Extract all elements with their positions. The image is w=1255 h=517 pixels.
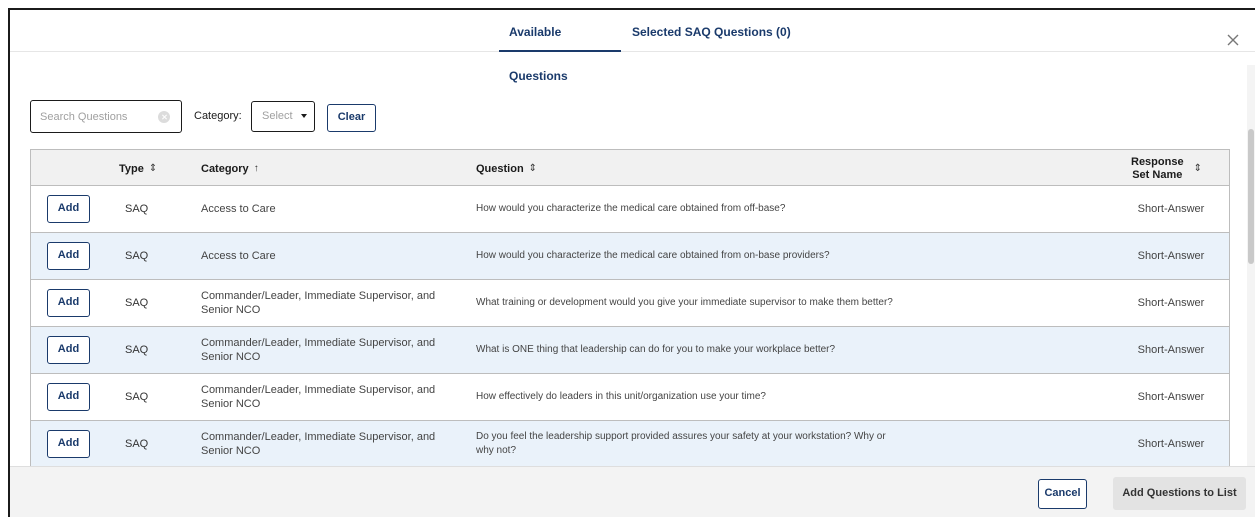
- add-question-button[interactable]: Add: [47, 195, 90, 223]
- add-question-button[interactable]: Add: [47, 383, 90, 411]
- scrollbar-thumb[interactable]: [1248, 129, 1254, 264]
- tab-bar: Available Questions Selected SAQ Questio…: [10, 10, 1255, 83]
- column-header-question[interactable]: Question ⇕: [476, 150, 537, 187]
- row-category: Access to Care: [201, 203, 276, 215]
- column-header-type[interactable]: Type ⇕: [119, 150, 157, 187]
- add-questions-modal: Available Questions Selected SAQ Questio…: [8, 8, 1255, 517]
- row-type: SAQ: [125, 203, 149, 215]
- sort-ascending-icon: ↑: [253, 163, 259, 174]
- row-category: Commander/Leader, Immediate Supervisor, …: [201, 431, 436, 457]
- row-question: How would you characterize the medical c…: [476, 250, 830, 261]
- row-response-set: Short-Answer: [1137, 203, 1205, 215]
- sort-both-icon: ⇕: [1193, 163, 1202, 174]
- row-question: How would you characterize the medical c…: [476, 203, 786, 214]
- table-row: Add SAQ Access to Care How would you cha…: [30, 233, 1230, 280]
- row-response-set: Short-Answer: [1137, 438, 1205, 450]
- modal-footer: Cancel Add Questions to List: [10, 466, 1255, 517]
- sort-both-icon: ⇕: [148, 163, 158, 174]
- row-response-set: Short-Answer: [1137, 297, 1205, 309]
- table-header: Type ⇕ Category ↑ Question ⇕ Response Se…: [30, 149, 1230, 186]
- row-category: Access to Care: [201, 250, 276, 262]
- column-header-category[interactable]: Category ↑: [201, 150, 259, 187]
- row-type: SAQ: [125, 250, 149, 262]
- add-question-button[interactable]: Add: [47, 430, 90, 458]
- table-row: Add SAQ Commander/Leader, Immediate Supe…: [30, 421, 1230, 468]
- table-row: Add SAQ Commander/Leader, Immediate Supe…: [30, 280, 1230, 327]
- row-type: SAQ: [125, 297, 149, 309]
- tab-available-questions[interactable]: Available Questions: [499, 10, 621, 83]
- close-icon[interactable]: [1225, 32, 1241, 48]
- chevron-down-icon: [301, 114, 307, 118]
- category-select-value: Select: [262, 110, 293, 122]
- questions-table: Type ⇕ Category ↑ Question ⇕ Response Se…: [30, 149, 1230, 468]
- add-questions-to-list-button[interactable]: Add Questions to List: [1113, 477, 1246, 510]
- row-type: SAQ: [125, 438, 149, 450]
- row-response-set: Short-Answer: [1137, 344, 1205, 356]
- row-type: SAQ: [125, 344, 149, 356]
- add-question-button[interactable]: Add: [47, 242, 90, 270]
- tab-selected-saq-questions[interactable]: Selected SAQ Questions (0): [632, 10, 792, 52]
- add-question-button[interactable]: Add: [47, 289, 90, 317]
- table-row: Add SAQ Access to Care How would you cha…: [30, 186, 1230, 233]
- row-question: How effectively do leaders in this unit/…: [476, 391, 766, 402]
- row-category: Commander/Leader, Immediate Supervisor, …: [201, 337, 436, 363]
- row-category: Commander/Leader, Immediate Supervisor, …: [201, 290, 436, 316]
- search-input[interactable]: [40, 108, 155, 126]
- column-header-response-set-name[interactable]: Response Set Name ⇕: [1131, 150, 1221, 187]
- row-category: Commander/Leader, Immediate Supervisor, …: [201, 384, 436, 410]
- row-type: SAQ: [125, 391, 149, 403]
- category-select[interactable]: Select: [251, 101, 315, 132]
- search-field: [30, 100, 182, 133]
- clear-filters-button[interactable]: Clear: [327, 104, 376, 132]
- table-row: Add SAQ Commander/Leader, Immediate Supe…: [30, 374, 1230, 421]
- sort-both-icon: ⇕: [528, 163, 538, 174]
- row-question: What training or development would you g…: [476, 297, 893, 308]
- row-question: What is ONE thing that leadership can do…: [476, 344, 836, 355]
- table-row: Add SAQ Commander/Leader, Immediate Supe…: [30, 327, 1230, 374]
- add-question-button[interactable]: Add: [47, 336, 90, 364]
- cancel-button[interactable]: Cancel: [1038, 479, 1087, 509]
- clear-search-icon[interactable]: [158, 111, 170, 123]
- category-filter-label: Category:: [194, 110, 242, 122]
- row-question: Do you feel the leadership support provi…: [476, 431, 886, 456]
- vertical-scrollbar[interactable]: [1247, 65, 1255, 470]
- row-response-set: Short-Answer: [1137, 250, 1205, 262]
- row-response-set: Short-Answer: [1137, 391, 1205, 403]
